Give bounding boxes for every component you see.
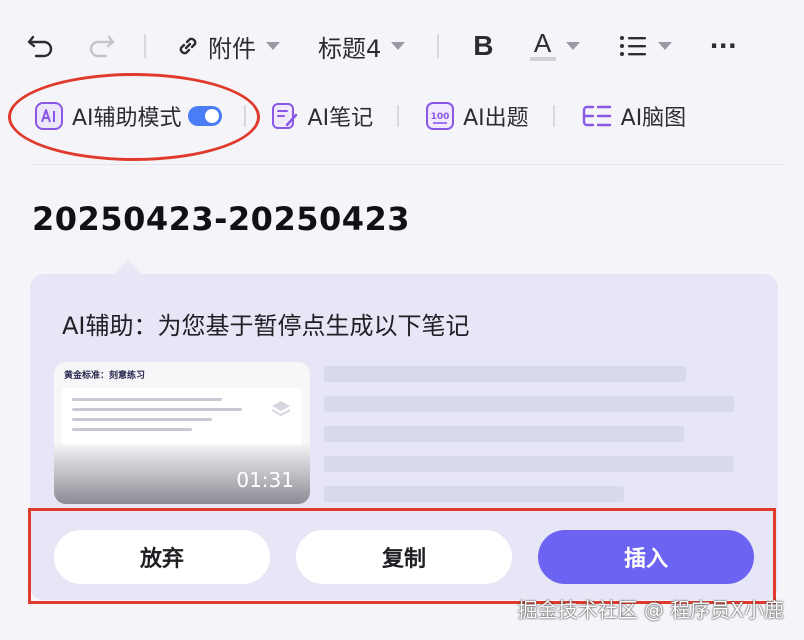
video-thumbnail[interactable]: 黄金标准：刻意练习 01:31 [54,362,310,504]
discard-button[interactable]: 放弃 [54,530,270,584]
layers-icon [270,398,292,420]
note-placeholder-line [324,456,734,472]
ai-notes-icon [270,101,308,131]
thumbnail-slide-card [62,388,302,446]
ai-mindmap-label: AI脑图 [620,106,687,131]
insert-button[interactable]: 插入 [538,530,754,584]
attachment-button[interactable]: 附件 [174,29,280,64]
highlight-ellipse [8,73,260,161]
ai-quiz-label: AI出题 [463,106,529,131]
toolbar-separator [552,105,555,127]
ai-notes-button[interactable]: AI笔记 [270,100,374,132]
bold-button[interactable]: B [473,30,493,62]
toolbar-separator [397,105,400,127]
more-icon: ··· [709,32,737,60]
attachment-label: 附件 [208,34,256,63]
ai-mindmap-button[interactable]: AI脑图 [581,100,687,132]
more-button[interactable]: ··· [710,32,737,60]
redo-icon[interactable] [86,31,116,61]
note-placeholder-line [324,426,684,442]
chevron-down-icon [266,42,280,50]
font-color-icon: A [529,30,556,61]
heading-style-label: 标题4 [318,34,382,63]
mindmap-icon [581,101,621,131]
watermark: 掘金技术社区 @ 程序员X小鹿 [517,598,784,622]
svg-text:100: 100 [431,112,450,122]
document-title[interactable]: 20250423-20250423 [32,200,410,238]
bulleted-list-icon [618,33,648,59]
heading-style-dropdown[interactable]: 标题4 [318,29,406,64]
ai-notes-label: AI笔记 [307,106,374,131]
note-placeholder-line [324,396,734,412]
toolbar-separator [437,34,440,58]
ai-quiz-icon: 100 [425,101,463,131]
note-placeholder-line [324,486,624,502]
ai-quiz-button[interactable]: 100 AI出题 [425,100,529,132]
toolbar-separator [144,34,146,58]
ai-panel-heading: AI辅助：为您基于暂停点生成以下笔记 [62,312,470,340]
chevron-down-icon [565,42,580,50]
video-timestamp: 01:31 [236,468,294,492]
chevron-down-icon [391,42,406,50]
note-placeholder-line [324,366,686,382]
chevron-down-icon [657,42,672,50]
panel-pointer [114,260,142,274]
bold-icon: B [473,30,494,61]
list-button[interactable] [618,33,672,59]
toolbar-divider [30,164,784,165]
undo-icon[interactable] [26,31,56,61]
copy-button[interactable]: 复制 [296,530,512,584]
font-color-button[interactable]: A [529,30,580,61]
link-icon [174,32,202,60]
thumbnail-title: 黄金标准：刻意练习 [64,371,146,381]
